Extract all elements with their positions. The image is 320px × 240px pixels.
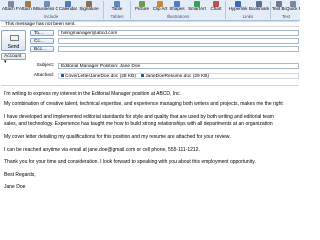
body-line: I'm writing to express my interest in th… [4,91,181,97]
attach-file-button[interactable]: Attach File [2,0,19,13]
body-line: My cover letter detailing my qualificati… [4,134,231,140]
bcc-field[interactable] [58,46,299,52]
ribbon-separator [130,1,131,19]
group-include: Include [43,14,59,19]
attachment-item[interactable]: JaneDoeResume.doc (29 KB) [141,74,210,79]
table-label: Table [111,6,123,11]
business-card-button[interactable]: Business Card [36,0,58,13]
to-field[interactable]: hiringmanager@abcd.com [58,30,299,36]
group-tables: Tables [110,14,124,19]
quick-parts-label: Quick Parts [286,6,300,11]
bcc-button[interactable]: Bcc... [30,46,54,52]
attach-item-button[interactable]: Attach Item [19,0,36,13]
group-text: Text [281,14,291,19]
table-button[interactable]: Table [108,0,126,13]
group-links: Links [242,14,254,19]
body-line: I can be reached anytime via email at ja… [4,147,200,153]
signature-label: Signature [79,6,99,11]
send-label: Send [7,44,20,50]
attached-label: Attached: [33,73,54,78]
chart-label: Chart [210,6,222,11]
word-doc-icon [141,74,145,78]
group-illustrations: Illustrations [166,14,190,19]
body-line: Thank you for your time and consideratio… [4,159,256,165]
cc-button[interactable]: Cc... [30,38,54,44]
message-body[interactable]: I'm writing to express my interest in th… [1,85,299,211]
clip-art-button[interactable]: Clip Art [152,0,168,13]
account-button[interactable]: Account ▾ [1,53,26,65]
calendar-button[interactable]: Calendar [58,0,78,13]
bookmark-label: Bookmark [249,6,269,11]
attachment-name: CoverLetterJaneDoe.doc (28 KB) [65,74,136,79]
picture-label: Picture [134,6,149,11]
subject-field[interactable]: Editorial Manager Position: Jane Doe [58,63,299,69]
send-button[interactable]: Send [1,30,26,51]
attach-item-label: Attach Item [19,6,36,11]
cc-field[interactable] [58,38,299,44]
ribbon-separator [225,1,226,19]
signature-name: Jane Doe [4,184,26,190]
info-bar: This message has not been sent. [1,21,299,27]
text-box-button[interactable]: Text Box [272,0,286,13]
hyperlink-label: Hyperlink [228,6,248,11]
body-line: I have developed and implemented editori… [4,114,274,120]
bookmark-button[interactable]: Bookmark [249,0,269,13]
calendar-label: Calendar [58,6,78,11]
hyperlink-button[interactable]: Hyperlink [227,0,249,13]
attachments-field: CoverLetterJaneDoe.doc (28 KB) JaneDoeRe… [58,73,299,79]
attach-file-label: Attach File [2,6,19,11]
ribbon: Attach File Attach Item Business Card Ca… [0,0,300,21]
shapes-button[interactable]: Shapes [168,0,186,13]
quick-parts-button[interactable]: Quick Parts [286,0,300,13]
business-card-label: Business Card [36,6,58,11]
ribbon-separator [270,1,271,19]
picture-button[interactable]: Picture [132,0,152,13]
body-line: My combination of creative talent, techn… [4,101,283,107]
word-doc-icon [61,74,64,78]
attachment-item[interactable]: CoverLetterJaneDoe.doc (28 KB) [61,74,136,79]
subject-label: Subject: [36,63,54,68]
envelope-icon [10,35,19,41]
to-button[interactable]: To... [30,30,54,36]
text-box-label: Text Box [272,6,286,11]
smartart-label: SmartArt [188,6,206,11]
smartart-button[interactable]: SmartArt [186,0,208,13]
body-line: Best Regards, [4,172,36,178]
body-line: sales, and technology. Experience has ta… [4,121,273,127]
signature-button[interactable]: Signature [78,0,100,13]
chart-button[interactable]: Chart [208,0,224,13]
shapes-label: Shapes [169,6,185,11]
attachment-name: JaneDoeResume.doc (29 KB) [145,74,210,79]
clip-art-label: Clip Art [152,6,168,11]
